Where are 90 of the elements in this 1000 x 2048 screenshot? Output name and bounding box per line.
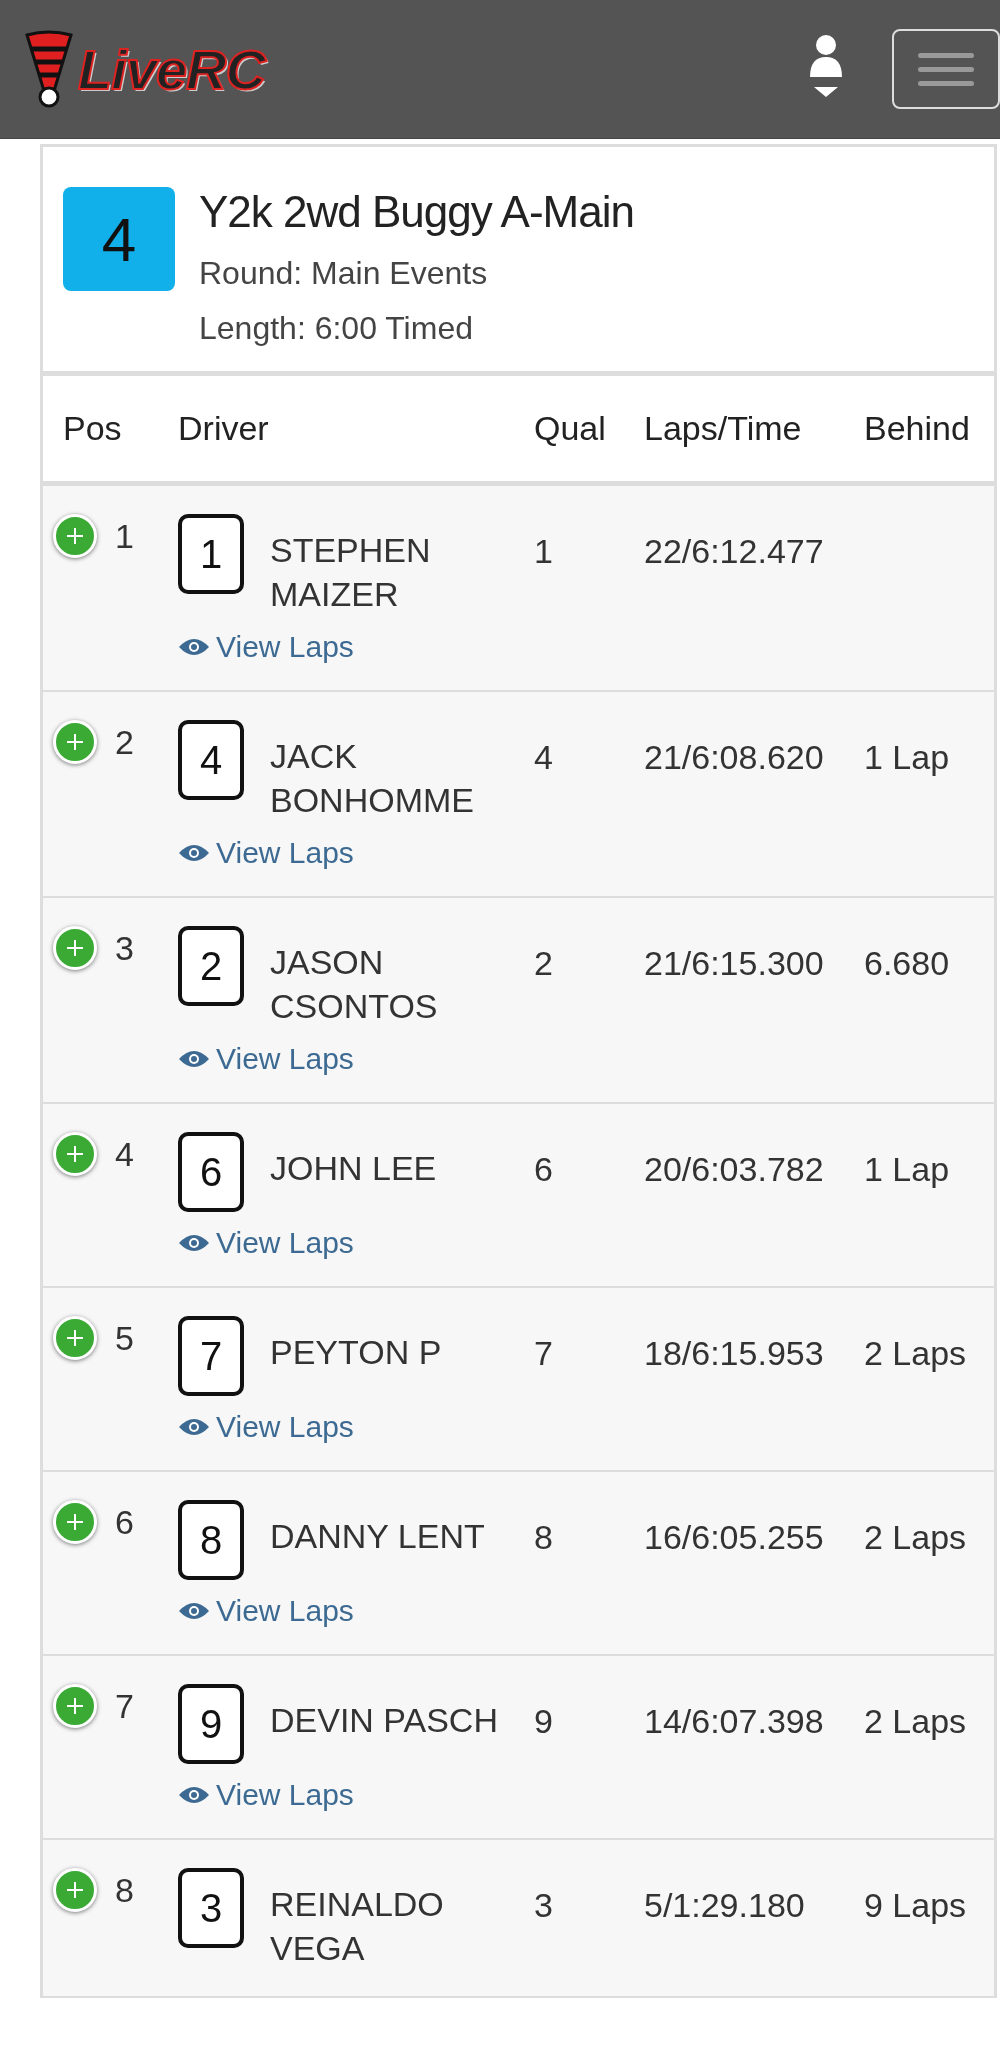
column-header: Laps/Time bbox=[644, 409, 803, 448]
race-title: Y2k 2wd Buggy A-Main bbox=[199, 187, 634, 237]
position-text: 6 bbox=[115, 1502, 134, 1542]
position-text: 7 bbox=[115, 1686, 134, 1726]
plus-icon bbox=[65, 1328, 85, 1348]
plus-icon bbox=[65, 526, 85, 546]
laps-time-text: 5/1:29.180 bbox=[644, 1885, 806, 1925]
driver-name: DEVIN PASCH bbox=[270, 1700, 499, 1741]
view-laps-link[interactable]: View Laps bbox=[178, 1042, 354, 1076]
eye-icon bbox=[178, 843, 210, 863]
expand-button[interactable] bbox=[53, 926, 97, 970]
expand-button[interactable] bbox=[53, 1868, 97, 1912]
car-number: 7 bbox=[178, 1316, 244, 1396]
column-header: Driver bbox=[178, 409, 270, 448]
eye-icon bbox=[178, 1233, 210, 1253]
driver-name: JOHN LEE bbox=[270, 1148, 438, 1189]
laps-time-text: 20/6:03.782 bbox=[644, 1149, 825, 1189]
qual-text: 8 bbox=[534, 1517, 554, 1557]
plus-icon bbox=[65, 1512, 85, 1532]
plus-icon bbox=[65, 1880, 85, 1900]
laps-time-text: 21/6:08.620 bbox=[644, 737, 825, 777]
eye-icon bbox=[178, 637, 210, 657]
qual-text: 7 bbox=[534, 1333, 554, 1373]
expand-button[interactable] bbox=[53, 720, 97, 764]
car-number: 3 bbox=[178, 1868, 244, 1948]
plus-icon bbox=[65, 1144, 85, 1164]
eye-icon bbox=[178, 1049, 210, 1069]
driver-name: JACK BONHOMME bbox=[270, 736, 475, 821]
column-header: Qual bbox=[534, 409, 607, 448]
qual-text: 6 bbox=[534, 1149, 554, 1189]
car-number: 9 bbox=[178, 1684, 244, 1764]
round-text: Round: Main Events bbox=[199, 255, 489, 292]
car-number: 6 bbox=[178, 1132, 244, 1212]
behind-text: 2 Laps bbox=[864, 1333, 968, 1373]
behind-text: 1 Lap bbox=[864, 1149, 951, 1189]
expand-button[interactable] bbox=[53, 1132, 97, 1176]
driver-name: JASON CSONTOS bbox=[270, 942, 439, 1027]
driver-name: PEYTON P bbox=[270, 1332, 443, 1373]
laps-time-text: 22/6:12.477 bbox=[644, 531, 825, 571]
logo-text: LiveRC bbox=[78, 36, 265, 102]
eye-icon bbox=[178, 1417, 210, 1437]
driver-name: REINALDO VEGA bbox=[270, 1884, 445, 1969]
car-number: 8 bbox=[178, 1500, 244, 1580]
race-number: 4 bbox=[63, 187, 175, 291]
length-text: Length: 6:00 Timed bbox=[199, 310, 474, 347]
car-number: 4 bbox=[178, 720, 244, 800]
plus-icon bbox=[65, 1696, 85, 1716]
view-laps-link[interactable]: View Laps bbox=[178, 1226, 354, 1260]
expand-button[interactable] bbox=[53, 1316, 97, 1360]
laps-time-text: 14/6:07.398 bbox=[644, 1701, 825, 1741]
qual-text: 2 bbox=[534, 943, 554, 983]
laps-time-text: 18/6:15.953 bbox=[644, 1333, 825, 1373]
plus-icon bbox=[65, 938, 85, 958]
position-text: 4 bbox=[115, 1134, 134, 1174]
plus-icon bbox=[65, 732, 85, 752]
signal-tower-icon bbox=[24, 29, 74, 109]
driver-name: STEPHEN MAIZER bbox=[270, 530, 432, 615]
car-number: 2 bbox=[178, 926, 244, 1006]
behind-text: 9 Laps bbox=[864, 1885, 968, 1925]
view-laps-link[interactable]: View Laps bbox=[178, 1778, 354, 1812]
qual-text: 3 bbox=[534, 1885, 554, 1925]
menu-button[interactable] bbox=[892, 29, 1000, 109]
view-laps-link[interactable]: View Laps bbox=[178, 630, 354, 664]
position-text: 5 bbox=[115, 1318, 134, 1358]
user-menu-icon[interactable] bbox=[808, 35, 844, 99]
behind-text: 1 Lap bbox=[864, 737, 951, 777]
position-text: 3 bbox=[115, 928, 134, 968]
column-header: Pos bbox=[62, 409, 123, 448]
position-text: 1 bbox=[115, 516, 134, 556]
behind-text: 2 Laps bbox=[864, 1517, 968, 1557]
driver-name: DANNY LENT bbox=[270, 1516, 486, 1557]
eye-icon bbox=[178, 1601, 210, 1621]
position-text: 8 bbox=[115, 1870, 134, 1910]
qual-text: 9 bbox=[534, 1701, 554, 1741]
view-laps-link[interactable]: View Laps bbox=[178, 836, 354, 870]
car-number: 1 bbox=[178, 514, 244, 594]
expand-button[interactable] bbox=[53, 1500, 97, 1544]
qual-text: 4 bbox=[534, 737, 554, 777]
expand-button[interactable] bbox=[53, 514, 97, 558]
laps-time-text: 16/6:05.255 bbox=[644, 1517, 825, 1557]
behind-text: 2 Laps bbox=[864, 1701, 968, 1741]
column-header: Behind bbox=[864, 409, 971, 448]
eye-icon bbox=[178, 1785, 210, 1805]
view-laps-link[interactable]: View Laps bbox=[178, 1594, 354, 1628]
position-text: 2 bbox=[115, 722, 134, 762]
behind-text: 6.680 bbox=[864, 943, 951, 983]
expand-button[interactable] bbox=[53, 1684, 97, 1728]
view-laps-link[interactable]: View Laps bbox=[178, 1410, 354, 1444]
qual-text: 1 bbox=[534, 531, 554, 571]
laps-time-text: 21/6:15.300 bbox=[644, 943, 825, 983]
